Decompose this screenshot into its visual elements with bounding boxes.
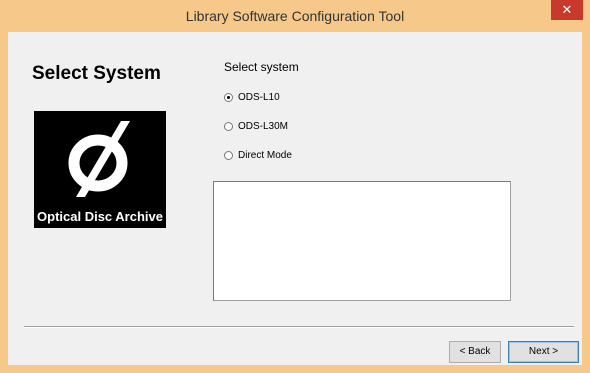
slashed-circle-logo-icon <box>68 121 130 197</box>
radio-label: ODS-L30M <box>238 120 289 132</box>
page-heading: Select System <box>32 63 161 84</box>
radio-label: ODS-L10 <box>238 91 280 103</box>
footer-separator <box>24 326 574 328</box>
close-icon: ✕ <box>561 2 573 17</box>
radio-button[interactable] <box>224 121 233 131</box>
radio-ods-l10[interactable]: ODS-L10 <box>224 90 280 104</box>
logo-caption: Optical Disc Archive <box>37 209 163 224</box>
back-button[interactable]: < Back <box>449 341 501 363</box>
radio-ods-l30m[interactable]: ODS-L30M <box>224 119 288 133</box>
title-bar[interactable]: Library Software Configuration Tool ✕ <box>0 0 590 32</box>
radio-button-selected[interactable] <box>224 92 233 102</box>
description-textbox[interactable] <box>213 181 511 301</box>
close-button[interactable]: ✕ <box>551 0 583 20</box>
radio-button[interactable] <box>224 150 233 160</box>
radio-label: Direct Mode <box>238 149 292 161</box>
next-button[interactable]: Next > <box>508 341 579 363</box>
radio-direct-mode[interactable]: Direct Mode <box>224 148 292 162</box>
window-title: Library Software Configuration Tool <box>185 8 405 24</box>
optical-disc-archive-logo: Optical Disc Archive <box>34 111 166 228</box>
select-system-label: Select system <box>224 60 299 74</box>
